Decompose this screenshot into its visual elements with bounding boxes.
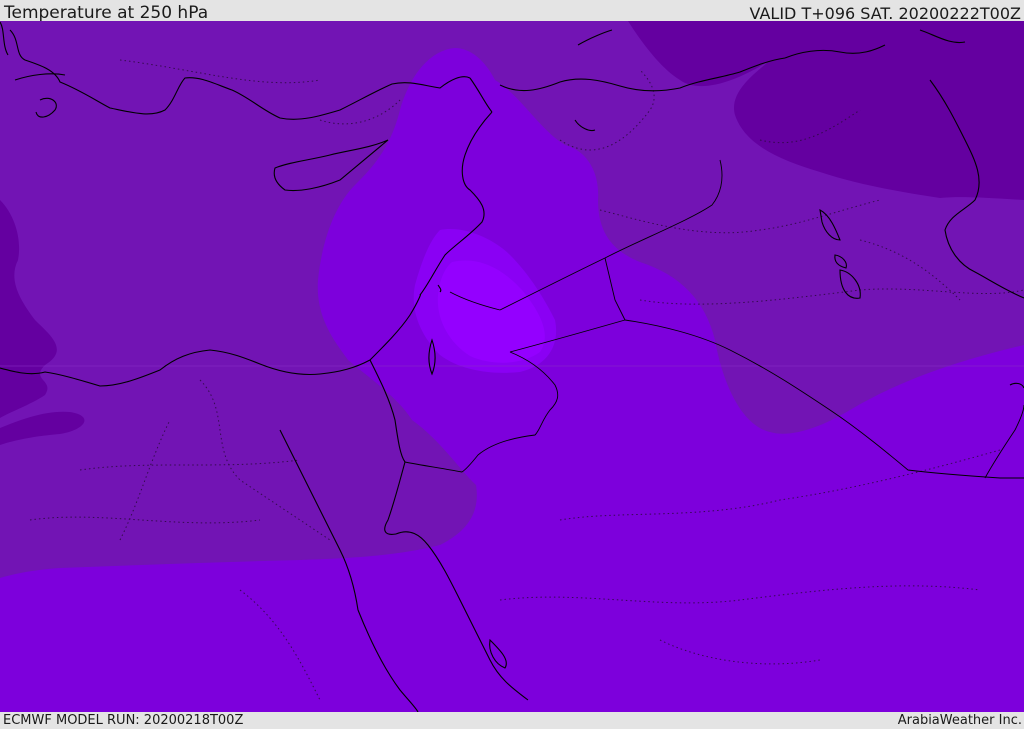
header-bar: Temperature at 250 hPa VALID T+096 SAT. … — [0, 0, 1024, 23]
model-run-label: ECMWF MODEL RUN: 20200218T00Z — [3, 713, 244, 728]
map-canvas[interactable] — [0, 21, 1024, 712]
credit-label: ArabiaWeather Inc. — [897, 713, 1022, 728]
map-title: Temperature at 250 hPa — [4, 3, 209, 23]
temperature-map — [0, 21, 1024, 712]
footer-bar: ECMWF MODEL RUN: 20200218T00Z ArabiaWeat… — [0, 712, 1024, 729]
